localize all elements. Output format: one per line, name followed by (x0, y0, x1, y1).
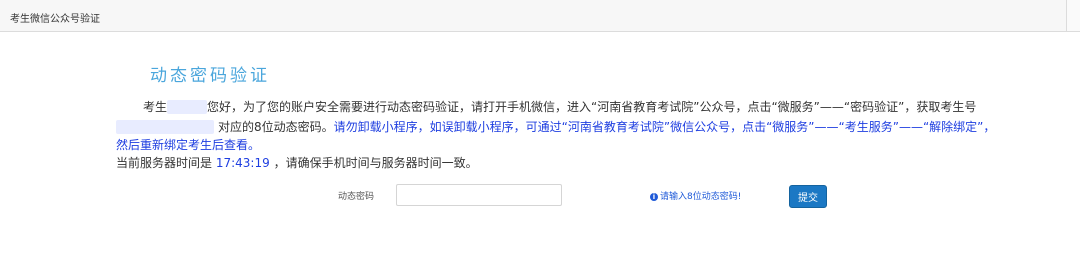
message-line-1-text: 您好，为了您的账户安全需要进行动态密码验证，请打开手机微信，进入“河南省教育考试… (207, 100, 977, 114)
server-time-prefix: 当前服务器时间是 (116, 156, 213, 170)
message-line-2: 对应的8位动态密码。请勿卸载小程序，如误卸载小程序，可通过“河南省教育考试院”微… (116, 120, 995, 135)
top-bar: 考生微信公众号验证 (0, 0, 1080, 32)
info-circle-icon: i (650, 193, 658, 201)
masked-candidate-number (167, 100, 208, 114)
server-time-value: 17:43:19 (215, 156, 270, 170)
input-hint-text: 请输入8位动态密码! (660, 192, 742, 202)
message-prefix: 考生 (143, 100, 168, 114)
server-time-suffix: ，请确保手机时间与服务器时间一致。 (273, 156, 478, 170)
dynamic-code-label: 动态密码 (338, 192, 375, 202)
input-hint: i 请输入8位动态密码! (650, 189, 741, 202)
rebind-instruction-text: 然后重新绑定考生后查看。 (116, 138, 261, 152)
message-line-1: 考生 您好，为了您的账户安全需要进行动态密码验证，请打开手机微信，进入“河南省教育… (143, 100, 976, 115)
uninstall-warning-text: 请勿卸载小程序，如误卸载小程序，可通过“河南省教育考试院”微信公众号，点击“微服… (333, 120, 996, 134)
submit-button[interactable]: 提交 (789, 185, 827, 208)
top-bar-corner (1066, 0, 1080, 31)
dynamic-code-input[interactable] (396, 184, 562, 206)
window-title: 考生微信公众号验证 (10, 14, 100, 25)
masked-candidate-id (116, 120, 214, 134)
message-line-2-text: 对应的8位动态密码。 (218, 120, 334, 134)
server-time-line: 当前服务器时间是 17:43:19 ，请确保手机时间与服务器时间一致。 (116, 156, 478, 171)
page-title: 动态密码验证 (150, 66, 270, 86)
